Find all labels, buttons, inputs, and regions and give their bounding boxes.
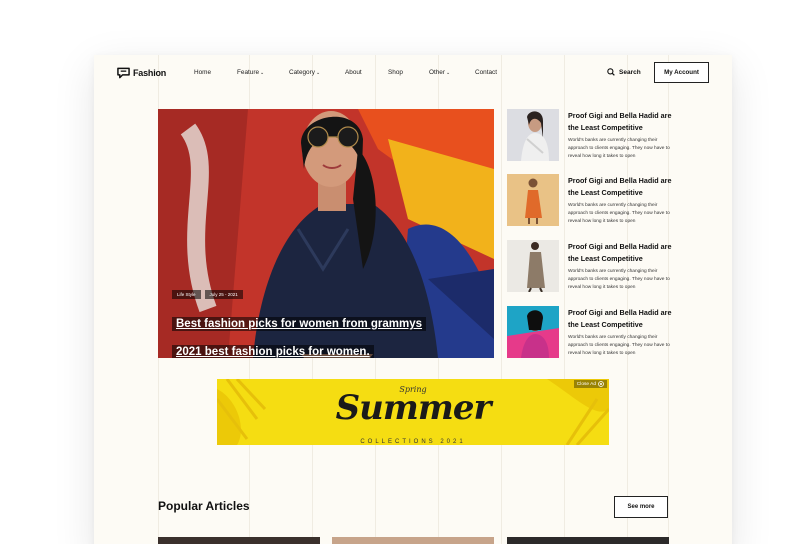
article-title[interactable]: Proof Gigi and Bella Hadid are the Least… — [568, 175, 673, 199]
article-title[interactable]: Proof Gigi and Bella Hadid are the Least… — [568, 110, 673, 134]
article-thumbnail — [507, 174, 559, 226]
hero-title[interactable]: Best fashion picks for women from grammy… — [172, 306, 432, 358]
popular-articles-heading: Popular Articles — [158, 499, 250, 513]
nav-other[interactable]: Other⌄ — [429, 69, 450, 76]
article-title[interactable]: Proof Gigi and Bella Hadid are the Least… — [568, 307, 673, 331]
nav-feature[interactable]: Feature⌄ — [237, 69, 264, 76]
my-account-button[interactable]: My Account — [654, 62, 709, 83]
search-label: Search — [619, 68, 641, 76]
see-more-button[interactable]: See more — [614, 496, 668, 518]
close-ad-button[interactable]: Close Ad — [573, 380, 607, 388]
article-thumbnail — [507, 109, 559, 161]
article-excerpt: World's banks are currently changing the… — [568, 203, 670, 224]
hero-tags: Life Style July 25 - 2021 — [172, 290, 243, 299]
side-article[interactable]: Proof Gigi and Bella Hadid are the Least… — [507, 174, 677, 226]
hero-article[interactable]: Life Style July 25 - 2021 Best fashion p… — [158, 109, 494, 358]
chevron-down-icon: ⌄ — [315, 70, 321, 76]
nav-about[interactable]: About — [345, 69, 362, 76]
side-article[interactable]: Proof Gigi and Bella Hadid are the Least… — [507, 240, 677, 292]
popular-article-card[interactable] — [507, 537, 669, 544]
ad-banner[interactable]: Spring Summer COLLECTIONS 2021 Close Ad — [217, 379, 609, 445]
nav-contact[interactable]: Contact — [475, 69, 497, 76]
nav-category[interactable]: Category⌄ — [289, 69, 320, 76]
nav-home[interactable]: Home — [194, 69, 211, 76]
site-frame: Fashion Home Feature⌄ Category⌄ About Sh… — [94, 55, 732, 544]
close-ad-label: Close Ad — [576, 381, 596, 387]
brand-name: Fashion — [133, 68, 167, 78]
close-circle-icon — [598, 381, 604, 387]
side-article[interactable]: Proof Gigi and Bella Hadid are the Least… — [507, 109, 677, 161]
category-tag[interactable]: Life Style — [172, 290, 201, 299]
nav-shop[interactable]: Shop — [388, 69, 403, 76]
chevron-down-icon: ⌄ — [445, 70, 451, 76]
article-thumbnail — [507, 240, 559, 292]
popular-article-card[interactable] — [332, 537, 494, 544]
ad-headline: Summer — [335, 388, 492, 428]
top-navigation: Fashion Home Feature⌄ Category⌄ About Sh… — [94, 55, 732, 93]
article-excerpt: World's banks are currently changing the… — [568, 335, 670, 356]
article-excerpt: World's banks are currently changing the… — [568, 269, 670, 290]
search-icon — [607, 68, 615, 76]
search-button[interactable]: Search — [607, 68, 641, 76]
article-excerpt: World's banks are currently changing the… — [568, 138, 670, 159]
popular-article-card[interactable] — [158, 537, 320, 544]
side-article[interactable]: Proof Gigi and Bella Hadid are the Least… — [507, 306, 677, 358]
brand-logo[interactable]: Fashion — [117, 67, 166, 79]
logo-chat-icon — [117, 67, 130, 79]
article-thumbnail — [507, 306, 559, 358]
date-tag: July 25 - 2021 — [204, 290, 243, 299]
ad-subtitle: COLLECTIONS 2021 — [360, 439, 466, 445]
article-title[interactable]: Proof Gigi and Bella Hadid are the Least… — [568, 241, 673, 265]
chevron-down-icon: ⌄ — [260, 70, 265, 76]
